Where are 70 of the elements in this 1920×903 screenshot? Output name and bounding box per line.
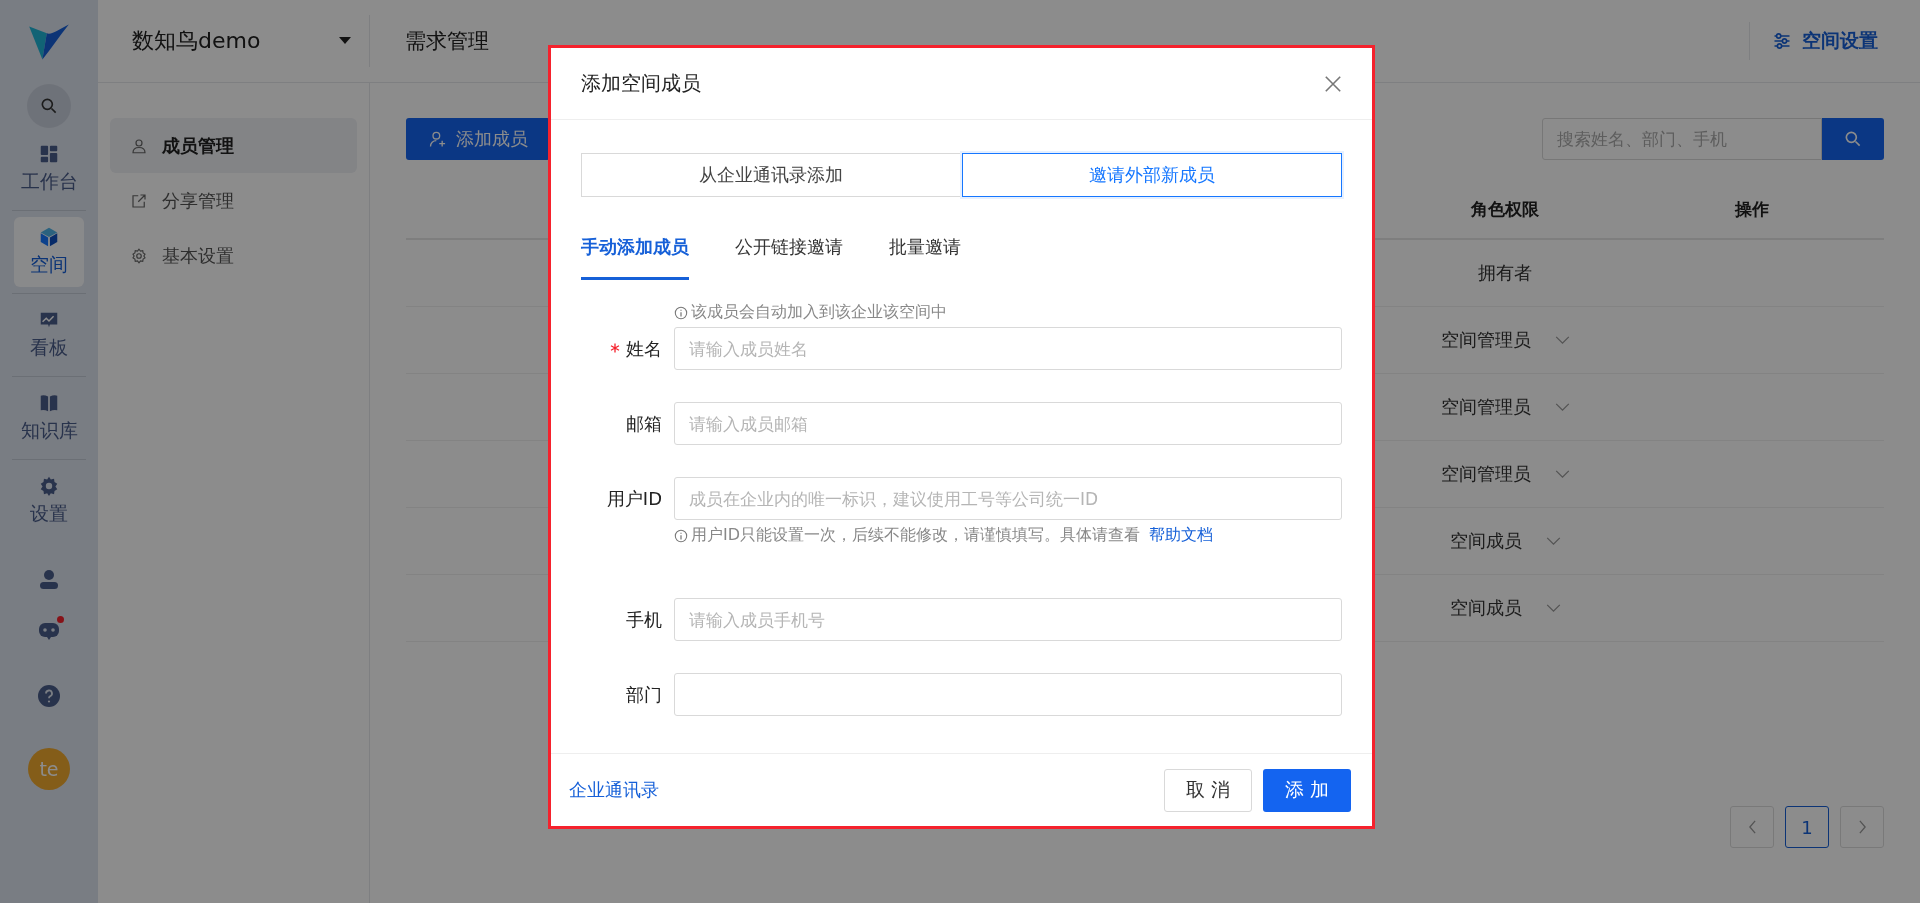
close-icon[interactable] — [1324, 74, 1342, 93]
user-icon — [130, 136, 148, 155]
rail-item[interactable]: 空间 — [14, 217, 84, 287]
page-button[interactable]: 1 — [1785, 806, 1829, 848]
hint-text: 用户ID只能设置一次，后续不能修改，请谨慎填写。具体请查看 — [691, 525, 1141, 546]
role-cell: 空间管理员 — [1440, 462, 1531, 486]
search-icon — [1843, 129, 1863, 149]
input-field[interactable] — [674, 673, 1342, 716]
side-menu-item[interactable]: 分享管理 — [110, 173, 357, 228]
sliders-icon — [1772, 31, 1792, 51]
directory-link[interactable]: 企业通讯录 — [569, 778, 659, 802]
column-header: 角色权限 — [1470, 197, 1540, 221]
book-icon — [38, 392, 60, 414]
tab[interactable]: 公开链接邀请 — [735, 221, 843, 280]
info-icon — [674, 305, 688, 320]
search-button[interactable] — [1822, 118, 1884, 160]
side-menu-item[interactable]: 成员管理 — [110, 118, 357, 173]
space-settings-link[interactable]: 空间设置 — [1749, 22, 1920, 60]
field-label: 用户ID — [606, 487, 662, 509]
field-label: 邮箱 — [626, 412, 662, 434]
role-cell: 拥有者 — [1478, 261, 1532, 285]
previous-page-button[interactable] — [1730, 806, 1774, 848]
rail-item[interactable]: 知识库 — [14, 383, 84, 453]
cancel-button[interactable]: 取 消 — [1164, 768, 1252, 812]
field-label: 部门 — [626, 683, 662, 705]
rail-item[interactable]: 看板 — [14, 300, 84, 370]
segment-tab[interactable]: 邀请外部新成员 — [961, 153, 1342, 197]
field-label: 姓名 — [626, 337, 662, 359]
input-field[interactable]: 请输入成员手机号 — [674, 598, 1342, 641]
dashboard-icon — [38, 143, 60, 165]
tab[interactable]: 手动添加成员 — [581, 221, 689, 280]
gear-icon — [130, 246, 148, 265]
caret-icon — [339, 37, 351, 45]
input-field[interactable]: 请输入成员姓名 — [674, 327, 1342, 370]
chevron-down-icon[interactable] — [1545, 536, 1561, 546]
search-button[interactable] — [27, 84, 71, 128]
help-link[interactable]: 帮助文档 — [1149, 525, 1214, 546]
add-member-button[interactable]: 添加成员 — [406, 118, 550, 160]
search-icon — [39, 96, 59, 116]
tab[interactable]: 批量邀请 — [889, 221, 961, 280]
input-field[interactable]: 成员在企业内的唯一标识，建议使用工号等公司统一ID — [674, 477, 1342, 520]
rail-item[interactable]: 设置 — [14, 466, 84, 536]
help-icon[interactable] — [37, 684, 61, 708]
segment-tab[interactable]: 从企业通讯录添加 — [581, 153, 962, 197]
input-field[interactable]: 请输入成员邮箱 — [674, 402, 1342, 445]
role-cell: 空间成员 — [1449, 529, 1522, 553]
side-menu-item[interactable]: 基本设置 — [110, 228, 357, 283]
info-icon — [674, 528, 688, 543]
user-icon[interactable] — [37, 568, 61, 592]
role-cell: 空间成员 — [1449, 596, 1522, 620]
cube-icon — [38, 226, 60, 248]
chevron-down-icon[interactable] — [1554, 335, 1570, 345]
role-cell: 空间管理员 — [1440, 328, 1531, 352]
chevron-down-icon[interactable] — [1545, 603, 1561, 613]
gear-icon — [38, 475, 60, 497]
chevron-right-icon — [1857, 820, 1867, 834]
rail-item[interactable]: 工作台 — [14, 134, 84, 204]
chevron-down-icon[interactable] — [1554, 469, 1570, 479]
external-link-icon — [130, 191, 148, 210]
hint-text: 该成员会自动加入到该企业该空间中 — [691, 302, 947, 323]
field-label: 手机 — [626, 608, 662, 630]
add-button[interactable]: 添 加 — [1263, 768, 1351, 812]
chevron-down-icon[interactable] — [1554, 402, 1570, 412]
nav-link[interactable]: 需求管理 — [405, 27, 489, 55]
chevron-left-icon — [1747, 820, 1757, 834]
column-header: 操作 — [1733, 197, 1770, 221]
next-page-button[interactable] — [1840, 806, 1884, 848]
role-cell: 空间管理员 — [1440, 395, 1531, 419]
dialog-title: 添加空间成员 — [581, 70, 701, 97]
add-user-icon — [428, 129, 448, 149]
